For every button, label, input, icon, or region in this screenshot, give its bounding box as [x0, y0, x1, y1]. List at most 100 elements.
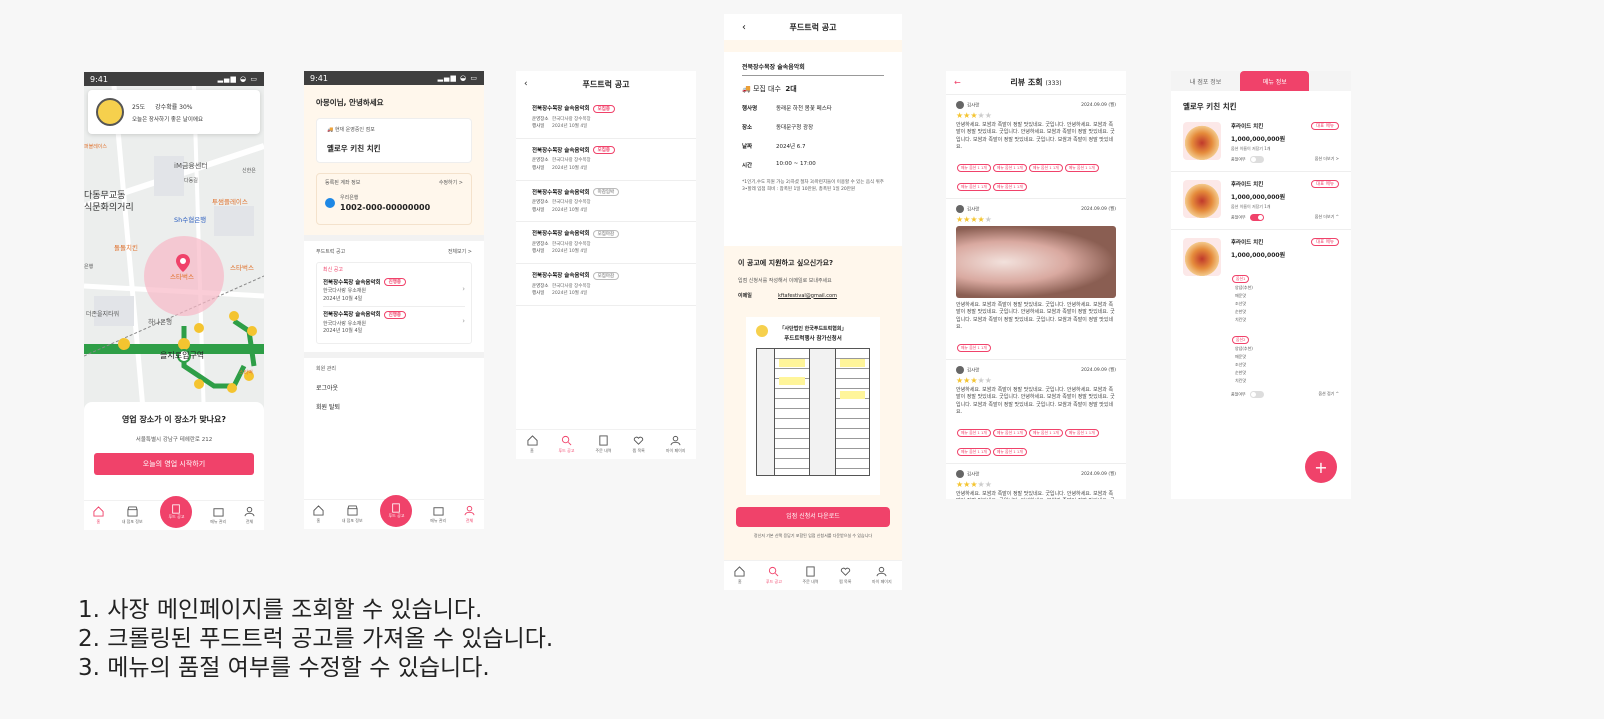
recruit-label: 모집 대수 — [752, 85, 781, 93]
map-view[interactable]: 25도 강수확률 30% 오늘은 장사하기 좋은 날이에요 퍼블레이스 iM금융센… — [84, 86, 264, 420]
location-pin-icon[interactable] — [176, 254, 190, 272]
nav-mypage[interactable]: 마이 페이지 — [872, 566, 892, 585]
menu-item[interactable]: 후라이드 치킨 대표 메뉴 1,000,000,000원 옵션 이름이 저장기 1… — [1171, 172, 1351, 230]
option-item: 순한맛 — [1235, 309, 1247, 314]
row-label: 운영장소 — [532, 241, 549, 247]
map-label: 은행 — [84, 264, 94, 270]
row-label: 행사일 — [532, 165, 545, 171]
tab-menu-info[interactable]: 메뉴 정보 — [1240, 71, 1310, 91]
map-label: iM금융센터 — [174, 162, 208, 170]
email-link[interactable]: kftafestival@gmail.com — [778, 293, 837, 299]
menu-photo — [1183, 180, 1221, 218]
post-status-badge: 진행중 — [383, 310, 406, 319]
nav-orders[interactable]: 주문 내역 — [802, 566, 818, 585]
post-status-badge: 모집중 — [592, 104, 615, 113]
soldout-toggle[interactable] — [1249, 214, 1264, 221]
status-bar: 9:41 ▂▄▆ ◒ ▭ — [84, 72, 264, 86]
post-item[interactable]: 전북장수목장 술속음악회 마감임박 운영장소 한국다사랑 장수목장 행사일 2024년 1… — [516, 181, 696, 223]
account-edit-link[interactable]: 수정하기 > — [439, 180, 463, 188]
form-table — [756, 347, 870, 476]
nav-food-posts[interactable]: 푸드 공고 — [160, 495, 193, 528]
post-item[interactable]: 전북장수목장 술속음악회 모집마감 운영장소 한국다사랑 장수목장 행사일 2024년 1… — [516, 264, 696, 306]
option-group: 옵션2 양념(추천) 매운맛 조선맛 순한맛 치킨맛 — [1231, 326, 1339, 385]
field-value: 동대문구청 광장 — [776, 125, 814, 131]
nav-label: 홈 — [737, 579, 742, 584]
current-store-card[interactable]: 🚚 현재 운영중인 점포 옐로우 키친 치킨 — [316, 118, 472, 163]
nav-store-info[interactable]: 내 점포 정보 — [122, 506, 143, 525]
nav-food-posts[interactable]: 푸드 공고 — [559, 435, 575, 454]
review-text: 안녕하세요. 보쌈과 족발이 정말 맛있네요. 굿입니다. 안녕하세요. 보쌈과… — [956, 491, 1115, 499]
nav-food-posts[interactable]: 푸드 공고 — [380, 494, 413, 527]
post-item[interactable]: 전북장수목장 술속음악회 진행중 한국다사랑 유소재원 2024년 10월 4일 … — [323, 307, 465, 339]
nav-home[interactable]: 홈 — [93, 506, 104, 525]
add-menu-button[interactable]: + — [1305, 451, 1337, 483]
screen-owner-main: 9:41 ▂▄▆ ◒ ▭ 25도 강수확률 30% 오늘은 장사하기 좋은 날이… — [84, 72, 264, 530]
detail-card: 전북장수목장 술속음악회 🚚 모집 대수 2대 행사명 동래문 하천 봄꽃 페스타… — [724, 52, 902, 246]
tab-store-info[interactable]: 내 점포 정보 — [1171, 71, 1240, 91]
back-arrow-icon[interactable]: ‹ — [742, 22, 746, 33]
review-date: 2024.09.09 (월) — [1081, 368, 1116, 373]
menu-item[interactable]: 후라이드 치킨 대표 메뉴 1,000,000,000원 옵션1 양념(추천) 매운… — [1171, 230, 1351, 406]
download-form-button[interactable]: 입점 신청서 다운로드 — [736, 506, 890, 527]
nav-food-posts[interactable]: 푸드 공고 — [766, 566, 782, 585]
menu-item[interactable]: 후라이드 치킨 대표 메뉴 1,000,000,000원 옵션 이름이 저장기 1… — [1171, 114, 1351, 172]
bottom-nav: 홈 푸드 공고 주문 내역 찜 목록 마이 페이지 — [724, 560, 902, 590]
nav-orders[interactable]: 주문 내역 — [596, 435, 612, 454]
option-chip: 메뉴 옵션 1 1개 — [1064, 164, 1099, 172]
store-icon — [127, 506, 138, 517]
review-date: 2024.09.09 (월) — [1081, 207, 1116, 212]
nav-favorites[interactable]: 찜 목록 — [633, 435, 645, 454]
logout-button[interactable]: 로그아웃 — [316, 383, 472, 392]
home-icon — [734, 566, 745, 577]
avatar — [956, 470, 964, 478]
form-title-1: 「사단법인 한국푸드트럭협회」 — [779, 325, 847, 332]
field-value: 2024년 6.7 — [776, 144, 806, 150]
store-icon — [347, 505, 358, 516]
post-item[interactable]: 전북장수목장 술속음악회 모집중 운영장소 한국다사랑 장수목장 행사일 2024년 10… — [516, 97, 696, 139]
truck-icon: 🚚 — [327, 127, 334, 133]
nav-menu-manage[interactable]: 메뉴 관리 — [210, 506, 226, 525]
signal-wifi-battery-icon: ▂▄▆ ◒ ▭ — [217, 75, 258, 83]
withdraw-button[interactable]: 회원 탈퇴 — [316, 402, 472, 411]
option-more-link[interactable]: 옵션 더보기 ^ — [1315, 214, 1339, 221]
post-item[interactable]: 전북장수목장 술속음악회 모집마감 운영장소 한국다사랑 장수목장 행사일 2024년 1… — [516, 222, 696, 265]
review-photo[interactable] — [956, 226, 1116, 298]
row-label: 행사일 — [532, 291, 545, 297]
nav-all[interactable]: 전체 — [464, 505, 475, 524]
option-chip: 메뉴 옵션 1 1개 — [992, 164, 1027, 172]
nav-label: 전체 — [245, 519, 254, 524]
option-collapse-link[interactable]: 옵션 접기 ^ — [1318, 391, 1339, 398]
nav-home[interactable]: 홈 — [526, 435, 538, 454]
nav-home[interactable]: 홈 — [313, 505, 324, 524]
post-title: 전북장수목장 술속음악회 — [532, 189, 590, 196]
truck-icon: 🚚 — [742, 85, 751, 93]
option-item: 치킨맛 — [1235, 378, 1247, 383]
nav-store-info[interactable]: 내 점포 정보 — [342, 505, 363, 524]
posts-more-link[interactable]: 전체보기 > — [448, 249, 472, 257]
page-title: 푸드트럭 공고 — [582, 79, 630, 89]
review-item: 김사랑 2024.09.09 (월) ★★★★★ 안녕하세요. 보쌈과 족발이 정… — [946, 464, 1126, 499]
nav-label: 찜 목록 — [839, 579, 852, 584]
apply-title: 이 공고에 지원하고 싶으신가요? — [738, 259, 834, 267]
back-arrow-icon[interactable]: ← — [954, 78, 961, 87]
menu-name: 후라이드 치킨 — [1231, 240, 1264, 246]
soldout-label: 품절여부 — [1231, 391, 1246, 397]
nav-all[interactable]: 전체 — [244, 506, 255, 525]
nav-favorites[interactable]: 찜 목록 — [839, 566, 851, 585]
download-note: 정신저 기본 신택 응답기 포함된 입점 신청서를 다운받으실 수 있습니다 — [753, 532, 873, 538]
post-item[interactable]: 전북장수목장 술속음악회 모집중 운영장소 한국다사랑 장수목장 행사일 2024년 10… — [516, 139, 696, 181]
nav-home[interactable]: 홈 — [734, 566, 745, 585]
option-chip: 메뉴 옵션 1 1개 — [957, 448, 991, 456]
post-item[interactable]: 전북장수목장 술속음악회 진행중 한국다사랑 유소재원 2024년 10월 4일 … — [323, 275, 465, 307]
apply-section: 이 공고에 지원하고 싶으신가요? 입점 신청서를 작성해서 이메일로 보내주세… — [724, 246, 902, 311]
nav-mypage[interactable]: 마이 페이지 — [666, 435, 685, 454]
nav-menu-manage[interactable]: 메뉴 관리 — [430, 505, 446, 524]
field-label: 시간 — [742, 163, 753, 169]
soldout-toggle[interactable] — [1249, 156, 1264, 163]
menu-price: 1,000,000,000원 — [1231, 136, 1286, 143]
soldout-toggle[interactable] — [1249, 391, 1264, 398]
option-more-link[interactable]: 옵션 더보기 > — [1315, 156, 1339, 163]
back-arrow-icon[interactable]: ‹ — [524, 79, 528, 89]
header: ‹ 푸드트럭 공고 — [724, 14, 902, 40]
start-business-button[interactable]: 오늘의 영업 시작하기 — [94, 453, 254, 475]
